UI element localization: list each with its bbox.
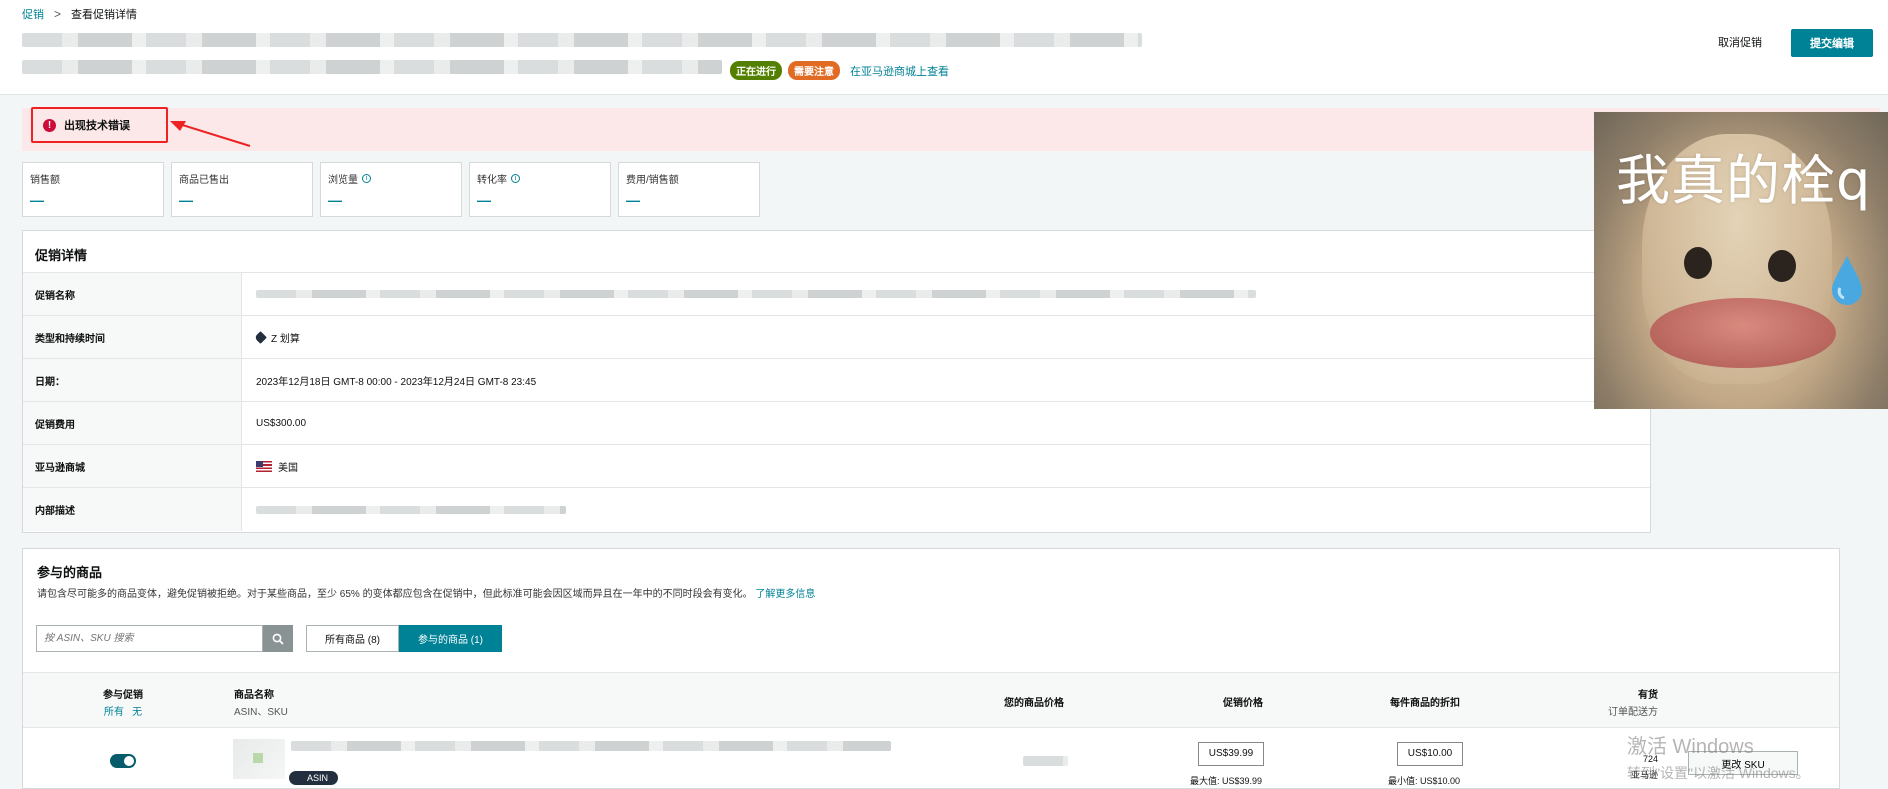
error-highlight-box: ! 出现技术错误 bbox=[31, 107, 168, 143]
tab-participating-products[interactable]: 参与的商品 (1) bbox=[399, 625, 502, 652]
meme-overlay-image: 我真的栓q bbox=[1594, 112, 1888, 409]
metric-label: 浏览量 bbox=[328, 175, 358, 186]
detail-key: 促销费用 bbox=[23, 402, 242, 444]
status-badge-attention: 需要注意 bbox=[788, 61, 840, 80]
detail-value: 美国 bbox=[278, 462, 298, 474]
submit-edit-button[interactable]: 提交编辑 bbox=[1791, 29, 1873, 57]
product-name-redacted bbox=[291, 741, 891, 751]
promo-price-max: 最大值: US$39.99 bbox=[1190, 776, 1263, 786]
detail-row-description: 内部描述 bbox=[23, 488, 1650, 531]
select-none-link[interactable]: 无 bbox=[132, 707, 142, 718]
select-all-link[interactable]: 所有 bbox=[104, 707, 124, 718]
detail-value-redacted bbox=[242, 488, 1650, 531]
products-panel: 参与的商品 请包含尽可能多的商品变体，避免促销被拒绝。对于某些商品，至少 65%… bbox=[22, 548, 1840, 789]
metric-value: — bbox=[477, 192, 491, 208]
us-flag-icon bbox=[256, 460, 272, 472]
search-button[interactable] bbox=[263, 625, 293, 652]
breadcrumb-separator: > bbox=[54, 7, 62, 21]
cancel-promotion-button[interactable]: 取消促销 bbox=[1718, 34, 1762, 50]
detail-value-redacted bbox=[242, 273, 1650, 315]
metric-label: 费用/销售额 bbox=[626, 175, 679, 186]
detail-row-type: 类型和持续时间 Z 划算 bbox=[23, 316, 1650, 359]
metric-units-sold: 商品已售出 — bbox=[171, 162, 313, 217]
tag-icon bbox=[254, 330, 267, 344]
detail-row-name: 促销名称 bbox=[23, 273, 1650, 316]
detail-key: 日期： bbox=[23, 359, 242, 401]
annotation-arrow-icon bbox=[170, 121, 251, 147]
detail-value: 2023年12月18日 GMT-8 00:00 - 2023年12月24日 GM… bbox=[256, 376, 537, 388]
col-product-name: 商品名称 bbox=[234, 690, 274, 701]
products-table-header: 参与促销 所有 无 商品名称 ASIN、SKU 您的商品价格 促销价格 每件商品… bbox=[23, 672, 1839, 728]
discount-min: 最小值: US$10.00 bbox=[1388, 776, 1461, 786]
breadcrumb: 促销 > 查看促销详情 bbox=[22, 6, 137, 22]
products-description: 请包含尽可能多的商品变体，避免促销被拒绝。对于某些商品，至少 65% 的变体都应… bbox=[37, 589, 816, 600]
metric-value: — bbox=[30, 192, 44, 208]
promo-title-redacted-line2 bbox=[22, 60, 722, 74]
products-title: 参与的商品 bbox=[37, 565, 103, 580]
product-thumbnail bbox=[233, 739, 285, 779]
breadcrumb-promotions-link[interactable]: 促销 bbox=[22, 6, 44, 22]
metric-page-views: 浏览量 i — bbox=[320, 162, 462, 217]
meme-mouth bbox=[1650, 298, 1836, 368]
detail-value: Z 划算 bbox=[271, 333, 300, 345]
metric-label: 商品已售出 bbox=[179, 175, 229, 186]
detail-key: 促销名称 bbox=[23, 273, 242, 315]
col-stock: 有货 bbox=[1638, 690, 1658, 701]
product-filter-tabs: 所有商品 (8) 参与的商品 (1) bbox=[306, 625, 502, 652]
metric-cost-ratio: 费用/销售额 — bbox=[618, 162, 760, 217]
page-header: 促销 > 查看促销详情 正在进行 需要注意 在亚马逊商城上查看 取消促销 提交编… bbox=[0, 0, 1888, 95]
meme-eye-right bbox=[1768, 250, 1796, 282]
detail-value: US$300.00 bbox=[256, 417, 307, 429]
detail-row-fee: 促销费用 US$300.00 bbox=[23, 402, 1650, 445]
detail-key: 内部描述 bbox=[23, 488, 242, 531]
promo-title-redacted bbox=[22, 33, 1142, 47]
metric-label: 转化率 bbox=[477, 175, 507, 186]
participate-toggle[interactable] bbox=[110, 754, 136, 768]
info-icon[interactable]: i bbox=[511, 174, 520, 183]
meme-caption: 我真的栓q bbox=[1616, 149, 1872, 212]
windows-activation-watermark: 激活 Windows 转到"设置"以激活 Windows。 bbox=[1627, 730, 1810, 783]
detail-row-marketplace: 亚马逊商城 美国 bbox=[23, 445, 1650, 488]
status-row: 正在进行 需要注意 在亚马逊商城上查看 bbox=[730, 61, 949, 80]
detail-key: 类型和持续时间 bbox=[23, 316, 242, 358]
col-participate: 参与促销 bbox=[103, 690, 143, 701]
col-stock-sub: 订单配送方 bbox=[1608, 707, 1658, 718]
promo-price-input[interactable]: US$39.99 bbox=[1198, 742, 1264, 766]
detail-row-dates: 日期： 2023年12月18日 GMT-8 00:00 - 2023年12月24… bbox=[23, 359, 1650, 402]
promotion-details-panel: 促销详情 促销名称 类型和持续时间 Z 划算 日期： 2023年12月18日 G… bbox=[22, 230, 1651, 533]
col-product-name-sub: ASIN、SKU bbox=[234, 707, 288, 718]
metric-value: — bbox=[626, 192, 640, 208]
metrics-row: 销售额 — 商品已售出 — 浏览量 i — 转化率 i — 费用/销售额 — bbox=[22, 162, 760, 217]
learn-more-link[interactable]: 了解更多信息 bbox=[755, 589, 815, 600]
details-title: 促销详情 bbox=[23, 231, 1650, 273]
meme-eye-left bbox=[1684, 247, 1712, 279]
discount-input[interactable]: US$10.00 bbox=[1397, 742, 1463, 766]
metric-sales: 销售额 — bbox=[22, 162, 164, 217]
breadcrumb-current: 查看促销详情 bbox=[71, 9, 138, 21]
status-badge-running: 正在进行 bbox=[730, 61, 782, 80]
error-message: 出现技术错误 bbox=[64, 120, 130, 132]
col-discount: 每件商品的折扣 bbox=[1390, 698, 1460, 709]
asin-badge: ASIN bbox=[289, 771, 339, 785]
metric-value: — bbox=[328, 192, 342, 208]
metric-value: — bbox=[179, 192, 193, 208]
your-price-redacted bbox=[1023, 756, 1068, 766]
metric-conversion-rate: 转化率 i — bbox=[469, 162, 611, 217]
product-search bbox=[36, 625, 293, 652]
col-your-price: 您的商品价格 bbox=[1004, 698, 1064, 709]
view-on-amazon-link[interactable]: 在亚马逊商城上查看 bbox=[850, 63, 949, 79]
col-promo-price: 促销价格 bbox=[1223, 698, 1263, 709]
sweat-drop-icon bbox=[1832, 256, 1862, 305]
watermark-line1: 激活 Windows bbox=[1627, 736, 1754, 758]
error-icon: ! bbox=[43, 118, 56, 132]
product-search-input[interactable] bbox=[36, 625, 263, 652]
tab-all-products[interactable]: 所有商品 (8) bbox=[306, 625, 399, 652]
detail-key: 亚马逊商城 bbox=[23, 445, 242, 487]
search-icon bbox=[272, 633, 284, 645]
metric-label: 销售额 bbox=[30, 175, 60, 186]
info-icon[interactable]: i bbox=[362, 174, 371, 183]
watermark-line2: 转到"设置"以激活 Windows。 bbox=[1627, 765, 1810, 781]
